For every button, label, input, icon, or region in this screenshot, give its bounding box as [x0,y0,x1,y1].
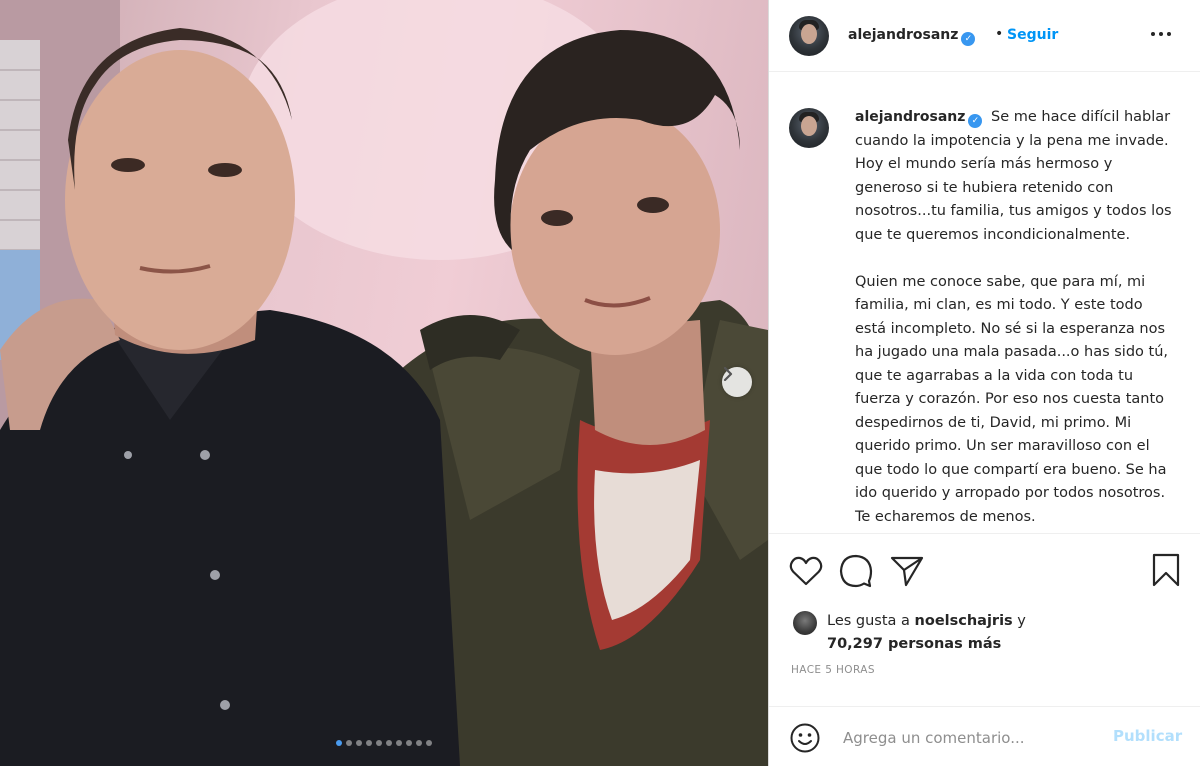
carousel-dot [336,740,342,746]
photo-left-shirt [0,310,460,766]
carousel-dot [356,740,362,746]
photo-left-face [65,50,295,350]
verified-badge-icon: ✓ [968,114,983,128]
post-header: alejandrosanz ✓ • Seguir [769,0,1200,72]
follow-button[interactable]: Seguir [1007,27,1058,43]
carousel-dot [376,740,382,746]
carousel-next-button[interactable] [722,367,752,397]
comment-bubble-icon[interactable] [839,554,873,588]
carousel-indicator [0,740,768,746]
post-timestamp[interactable]: HACE 5 HORAS [791,664,875,676]
post-side-panel: alejandrosanz ✓ • Seguir alejandrosanz ✓ S… [768,0,1200,766]
username-text[interactable]: alejandrosanz [848,27,958,43]
caption-paragraph: Quien me conoce sabe, que para mí, mi fa… [855,273,1169,525]
more-options-glyph [1151,32,1171,36]
liker-avatar[interactable] [793,611,817,635]
carousel-dot [386,740,392,746]
more-options-icon[interactable] [1149,24,1173,47]
liker-username[interactable]: noelschajris [915,613,1013,629]
verified-badge-icon: ✓ [961,32,976,46]
likes-text: Les gusta a noelschajris y 70,297 person… [827,613,1026,652]
photo-left-eye-right [208,163,242,177]
caption-text: alejandrosanz ✓ Se me hace difícil hablar… [855,106,1177,529]
heart-icon[interactable] [789,555,823,587]
caption-avatar[interactable] [789,108,829,148]
header-username[interactable]: alejandrosanz ✓ [848,27,976,46]
bookmark-icon[interactable] [1151,553,1181,587]
carousel-dot [366,740,372,746]
photo-right-face [510,105,720,355]
carousel-dot [346,740,352,746]
post-actions: Les gusta a noelschajris y 70,297 person… [769,533,1200,766]
carousel-dot [426,740,432,746]
smiley-icon[interactable] [789,722,821,754]
caption-area: alejandrosanz ✓ Se me hace difícil hablar… [769,72,1200,532]
photo-left-eye-left [111,158,145,172]
photo-illustration [0,0,768,766]
avatar[interactable] [789,16,829,56]
publish-button[interactable]: Publicar [1113,727,1182,745]
comment-input[interactable] [841,726,1105,750]
photo-right-eye-right [637,197,669,213]
carousel-dot [406,740,412,746]
comment-bar: Publicar [769,706,1200,767]
paper-plane-icon[interactable] [890,555,924,587]
carousel-dot [396,740,402,746]
caption-username[interactable]: alejandrosanz ✓ [855,109,983,128]
instagram-post: alejandrosanz ✓ • Seguir alejandrosanz ✓ S… [0,0,1200,766]
post-photo[interactable] [0,0,768,766]
photo-right-eye-left [541,210,573,226]
separator-dot: • [995,26,1004,42]
chevron-right-icon [723,367,733,381]
likes-count[interactable]: 70,297 personas más [827,636,1001,652]
carousel-dot [416,740,422,746]
caption-paragraph: alejandrosanz ✓ Se me hace difícil hablar… [855,109,1172,243]
